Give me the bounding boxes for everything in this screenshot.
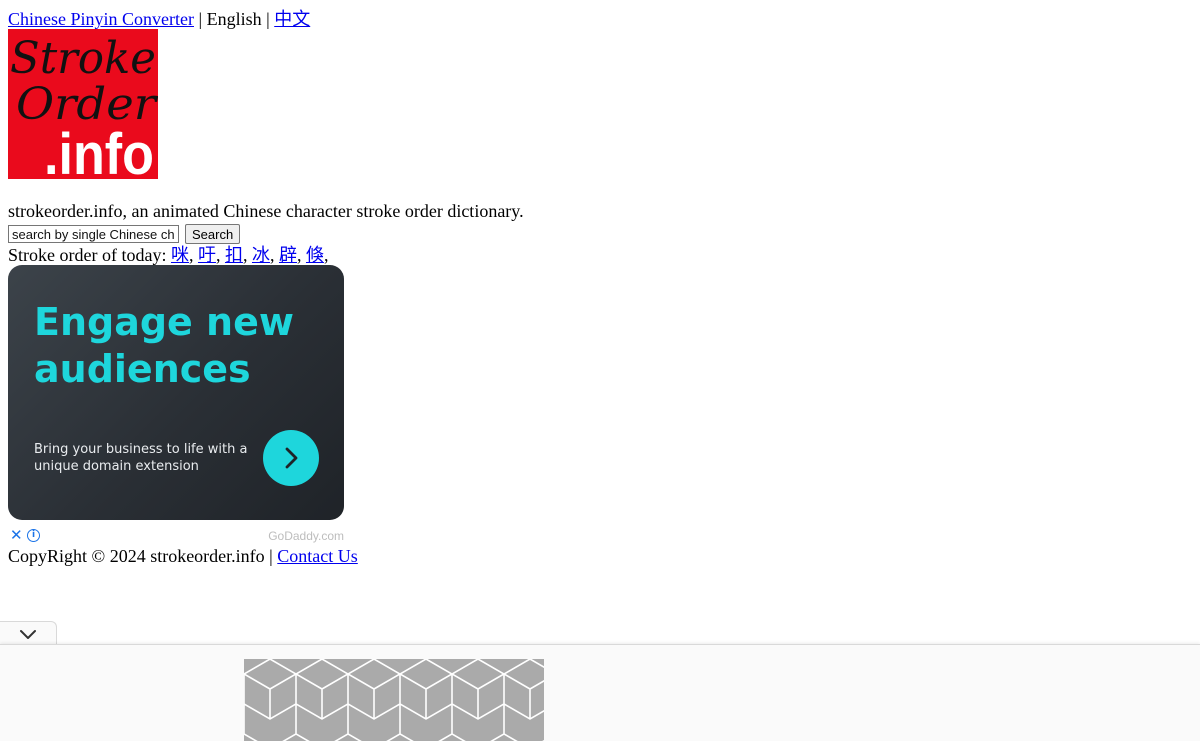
chevron-down-icon bbox=[20, 629, 36, 639]
cube-pattern bbox=[244, 659, 544, 741]
stroke-order-of-today: Stroke order of today: 咪, 吁, 扣, 冰, 辟, 倏, bbox=[8, 244, 328, 266]
character-separator: , bbox=[323, 245, 329, 265]
page-footer: CopyRight © 2024 strokeorder.info | Cont… bbox=[8, 545, 358, 567]
site-tagline: strokeorder.info, an animated Chinese ch… bbox=[8, 201, 524, 221]
logo-line-3: .info bbox=[44, 122, 154, 179]
character-separator: , bbox=[296, 245, 302, 265]
logo-graphic: Stroke Order .info bbox=[10, 33, 158, 179]
current-language: English bbox=[206, 9, 262, 29]
today-character-link[interactable]: 冰 bbox=[252, 245, 270, 265]
today-character-link[interactable]: 倏 bbox=[306, 245, 324, 265]
character-separator: , bbox=[242, 245, 248, 265]
ad-cta-button[interactable] bbox=[263, 430, 319, 486]
chevron-right-icon bbox=[285, 447, 298, 469]
today-character-link[interactable]: 扣 bbox=[225, 245, 243, 265]
today-character-link[interactable]: 吁 bbox=[198, 245, 216, 265]
character-separator: , bbox=[188, 245, 194, 265]
site-logo[interactable]: Stroke Order .info bbox=[8, 29, 158, 179]
ad-headline: Engage new audiences bbox=[34, 300, 294, 391]
nav-separator: | bbox=[198, 9, 203, 29]
today-label: Stroke order of today: bbox=[8, 245, 167, 265]
copyright-text: CopyRight © 2024 strokeorder.info bbox=[8, 546, 265, 566]
advertisement-banner[interactable]: Engage new audiences Bring your business… bbox=[8, 265, 344, 520]
character-separator: , bbox=[269, 245, 275, 265]
close-icon[interactable]: ✕ bbox=[10, 526, 23, 544]
ad-brand-label: GoDaddy.com bbox=[268, 529, 344, 543]
today-character-link[interactable]: 辟 bbox=[279, 245, 297, 265]
today-character-link[interactable]: 咪 bbox=[171, 245, 189, 265]
pinyin-converter-link[interactable]: Chinese Pinyin Converter bbox=[8, 9, 194, 29]
nav-separator: | bbox=[266, 9, 270, 29]
bottom-ad-bar bbox=[0, 644, 1200, 741]
footer-separator: | bbox=[269, 546, 273, 566]
character-separator: , bbox=[215, 245, 221, 265]
info-icon[interactable]: i bbox=[27, 529, 40, 542]
bottom-ad-slot[interactable] bbox=[244, 659, 544, 741]
search-form: Search bbox=[8, 223, 241, 245]
chinese-language-link[interactable]: 中文 bbox=[274, 9, 310, 29]
top-navigation: Chinese Pinyin Converter | English | 中文 bbox=[8, 8, 310, 30]
collapse-ad-tab[interactable] bbox=[0, 621, 57, 645]
ad-body-text: Bring your business to life with a uniqu… bbox=[34, 442, 248, 474]
contact-us-link[interactable]: Contact Us bbox=[277, 546, 358, 566]
search-button[interactable]: Search bbox=[185, 224, 241, 244]
logo-line-1: Stroke bbox=[10, 33, 156, 84]
search-input[interactable] bbox=[8, 225, 179, 243]
ad-footer: ✕ i GoDaddy.com bbox=[8, 526, 344, 544]
